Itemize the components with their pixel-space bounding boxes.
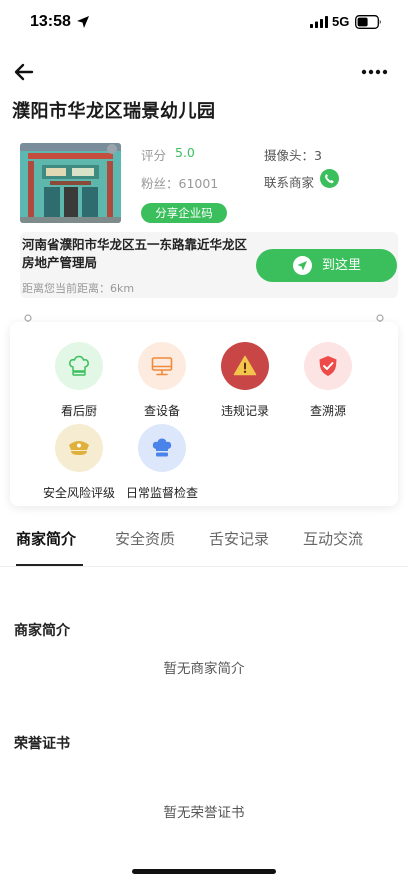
cellular-signal-icon	[310, 16, 328, 28]
feature-kitchen[interactable]: 看后厨	[34, 342, 124, 418]
feature-label: 日常监督检查	[125, 486, 198, 500]
address-text: 河南省濮阳市华龙区五一东路靠近华龙区房地产管理局	[22, 237, 248, 270]
feature-label: 查溯源	[309, 404, 346, 418]
intro-section-title: 商家简介	[14, 623, 70, 639]
feature-risk-rating[interactable]: 安全风险评级	[34, 424, 124, 500]
status-bar: 13:58 5G	[0, 0, 408, 46]
feature-icon-bg	[55, 424, 103, 472]
navigate-here-label: 到这里	[322, 258, 362, 273]
feature-label: 看后厨	[60, 404, 97, 418]
page-title: 濮阳市华龙区瑞景幼儿园	[12, 101, 216, 122]
tab-interaction[interactable]: 互动交流	[303, 528, 363, 549]
phone-icon	[325, 174, 334, 184]
tab-safety-qualification[interactable]: 安全资质	[115, 528, 175, 549]
feature-traceability[interactable]: 查溯源	[283, 342, 373, 418]
camera-count: 摄像头：3	[264, 148, 322, 163]
features-card: 看后厨 查设备 违规记录 查溯源 安全风险评级 日常监督检查	[10, 322, 398, 506]
score-label: 评分	[141, 148, 167, 163]
chef-hat-icon	[69, 355, 89, 376]
shield-check-icon	[319, 356, 337, 376]
tab-food-safety-records[interactable]: 舌安记录	[209, 528, 269, 549]
network-type: 5G	[332, 14, 350, 29]
feature-daily-inspection[interactable]: 日常监督检查	[117, 424, 207, 500]
contact-merchant-label: 联系商家	[264, 175, 315, 190]
feature-label: 违规记录	[220, 404, 269, 418]
tab-merchant-intro[interactable]: 商家简介	[16, 528, 76, 549]
tab-bar: 商家简介 安全资质 舌安记录 互动交流	[0, 515, 408, 567]
intro-empty-text: 暂无商家简介	[163, 661, 245, 677]
distance-text: 距离您当前距离：6km	[22, 282, 135, 295]
monitor-icon	[151, 357, 173, 376]
score-value: 5.0	[175, 145, 195, 160]
honor-empty-text: 暂无荣誉证书	[163, 805, 245, 821]
feature-violations[interactable]: 违规记录	[200, 342, 290, 418]
store-photo[interactable]	[20, 143, 121, 223]
active-tab-indicator	[16, 564, 83, 566]
home-indicator[interactable]	[132, 869, 276, 874]
share-company-code-button[interactable]: 分享企业码	[141, 203, 227, 223]
feature-icon-bg	[138, 424, 186, 472]
feature-label: 安全风险评级	[42, 486, 115, 500]
navigation-arrow-icon	[293, 256, 312, 275]
navigate-here-button[interactable]: 到这里	[256, 249, 397, 282]
warning-icon	[233, 355, 257, 376]
battery-icon	[355, 15, 381, 29]
honor-section-title: 荣誉证书	[14, 736, 70, 752]
phone-call-button[interactable]	[320, 169, 339, 188]
feature-icon-bg	[138, 342, 186, 390]
chef-hat-icon	[152, 438, 172, 457]
fans-count: 粉丝：61001	[141, 176, 219, 191]
more-options-icon[interactable]	[358, 62, 390, 82]
status-time: 13:58	[30, 13, 71, 30]
address-card: 河南省濮阳市华龙区五一东路靠近华龙区房地产管理局 距离您当前距离：6km 到这里	[20, 232, 398, 298]
back-arrow-icon[interactable]	[12, 60, 36, 84]
feature-icon-bg	[304, 342, 352, 390]
feature-icon-bg	[55, 342, 103, 390]
feature-icon-bg	[221, 342, 269, 390]
location-arrow-icon	[77, 16, 89, 28]
feature-label: 查设备	[143, 404, 180, 418]
feature-equipment[interactable]: 查设备	[117, 342, 207, 418]
police-cap-icon	[69, 441, 89, 455]
